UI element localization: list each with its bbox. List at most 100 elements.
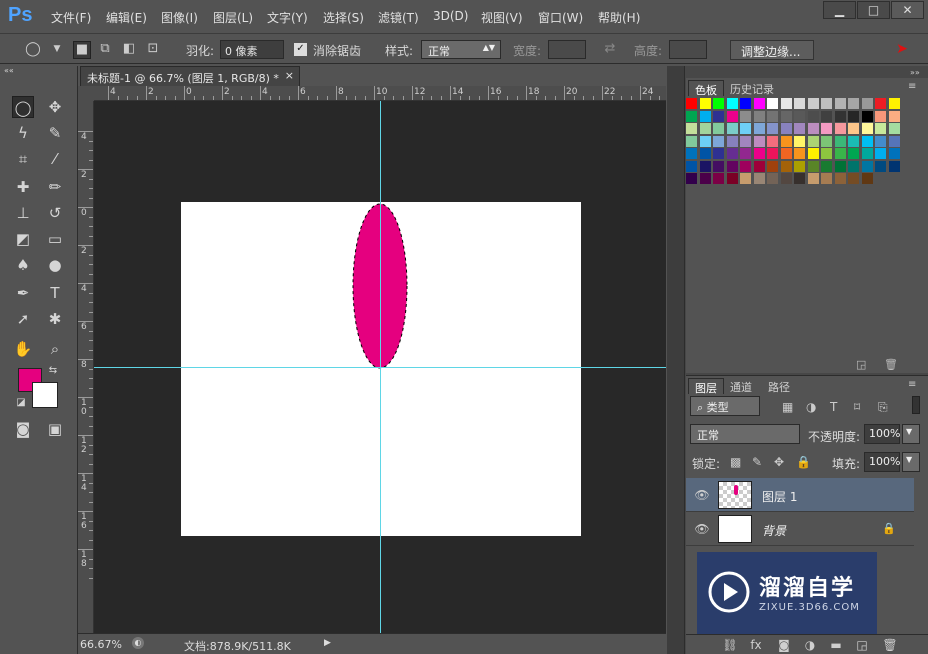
color-swatch[interactable] (726, 110, 738, 122)
lock-position-icon[interactable]: ✥ (774, 455, 784, 469)
color-swatch[interactable] (794, 110, 805, 122)
guide-horizontal[interactable] (94, 367, 666, 368)
color-swatch[interactable] (767, 173, 778, 184)
color-swatch[interactable] (740, 135, 751, 147)
fill-dropdown[interactable]: ▼ (902, 452, 920, 472)
color-swatch[interactable] (726, 148, 738, 159)
lasso-tool-icon[interactable]: ϟ (12, 122, 34, 144)
color-swatch[interactable] (713, 173, 724, 184)
new-layer-icon[interactable]: ◲ (854, 638, 870, 652)
color-swatch[interactable] (861, 123, 873, 134)
filter-toggle[interactable] (912, 396, 920, 414)
width-input[interactable] (548, 40, 586, 59)
color-swatch[interactable] (699, 135, 711, 147)
hand-tool-icon[interactable]: ✋ (12, 338, 34, 360)
eye-icon[interactable]: 👁 (694, 488, 710, 502)
color-swatch[interactable] (821, 160, 832, 172)
color-swatch[interactable] (699, 98, 711, 109)
color-swatch[interactable] (767, 160, 778, 172)
color-swatch[interactable] (699, 160, 711, 172)
color-swatch[interactable] (713, 123, 724, 134)
color-swatch[interactable] (767, 123, 778, 134)
color-swatch[interactable] (861, 135, 873, 147)
collapse-icon[interactable]: «« (4, 66, 74, 76)
color-swatch[interactable] (888, 148, 900, 159)
crop-tool-icon[interactable]: ⌗ (12, 148, 34, 170)
color-swatch[interactable] (875, 160, 886, 172)
color-swatch[interactable] (794, 135, 805, 147)
blend-mode-select[interactable]: 正常 (690, 424, 800, 444)
color-swatch[interactable] (848, 148, 859, 159)
color-swatch[interactable] (726, 160, 738, 172)
dodge-tool-icon[interactable]: ● (44, 254, 66, 276)
new-selection-icon[interactable]: ■ (73, 41, 91, 59)
color-swatch[interactable] (848, 123, 859, 134)
color-swatch[interactable] (699, 148, 711, 159)
filter-shape-icon[interactable]: ⌑ (854, 400, 860, 414)
color-swatch[interactable] (753, 160, 765, 172)
color-swatch[interactable] (807, 123, 819, 134)
layer-style-icon[interactable]: fx (748, 638, 764, 652)
color-swatch[interactable] (780, 173, 792, 184)
panel-menu-icon[interactable]: ≡ (908, 81, 916, 92)
antialias-checkbox[interactable]: ✓ (294, 43, 307, 56)
eyedropper-tool-icon[interactable]: ⁄ (44, 148, 66, 170)
menu-edit[interactable]: 编辑(E) (106, 9, 147, 26)
close-button[interactable]: ✕ (891, 1, 924, 19)
swap-icon[interactable]: ⇄ (601, 41, 619, 59)
color-swatch[interactable] (794, 160, 805, 172)
menu-filter[interactable]: 滤镜(T) (378, 9, 419, 26)
move-tool-icon[interactable]: ✥ (44, 96, 66, 118)
color-swatch[interactable] (753, 110, 765, 122)
color-swatch[interactable] (848, 98, 859, 109)
color-swatch[interactable] (753, 135, 765, 147)
color-swatch[interactable] (753, 123, 765, 134)
adjustment-layer-icon[interactable]: ◑ (802, 638, 818, 652)
layer-name[interactable]: 图层 1 (762, 488, 797, 505)
color-swatch[interactable] (740, 98, 751, 109)
layer-row-layer1[interactable]: 👁 图层 1 (686, 478, 914, 512)
color-swatch[interactable] (848, 135, 859, 147)
menu-3d[interactable]: 3D(D) (433, 9, 468, 23)
color-swatch[interactable] (740, 148, 751, 159)
filter-adjustment-icon[interactable]: ◑ (806, 400, 816, 414)
close-tab-icon[interactable]: × (285, 69, 294, 82)
default-colors-icon[interactable]: ◪ (14, 396, 28, 410)
add-mask-icon[interactable]: ◙ (776, 638, 792, 652)
layer-row-background[interactable]: 👁 背景 🔒 (686, 512, 914, 546)
tab-paths[interactable]: 路径 (762, 378, 796, 394)
color-swatch[interactable] (780, 123, 792, 134)
lock-transparent-icon[interactable]: ▩ (730, 455, 741, 469)
color-swatch[interactable] (875, 148, 886, 159)
color-swatch[interactable] (780, 135, 792, 147)
color-swatch[interactable] (713, 135, 724, 147)
color-swatch[interactable] (726, 123, 738, 134)
color-swatch[interactable] (740, 123, 751, 134)
blur-tool-icon[interactable]: ♠ (12, 254, 34, 276)
swap-colors-icon[interactable]: ⇆ (46, 364, 60, 378)
expand-panels-icon[interactable]: »» (910, 68, 920, 77)
delete-layer-icon[interactable]: 🗑 (882, 638, 898, 652)
color-swatch[interactable] (807, 135, 819, 147)
quick-select-tool-icon[interactable]: ✎ (44, 122, 66, 144)
chevron-down-icon[interactable]: ▼ (48, 41, 66, 59)
color-swatch[interactable] (767, 148, 778, 159)
color-swatch[interactable] (821, 135, 832, 147)
color-swatch[interactable] (821, 148, 832, 159)
color-swatch[interactable] (821, 110, 832, 122)
menu-view[interactable]: 视图(V) (481, 9, 523, 26)
menu-file[interactable]: 文件(F) (51, 9, 91, 26)
history-brush-icon[interactable]: ↺ (44, 202, 66, 224)
tab-swatches[interactable]: 色板 (688, 80, 724, 97)
color-swatch[interactable] (740, 110, 751, 122)
feather-input[interactable]: 0 像素 (220, 40, 284, 59)
filter-pixel-icon[interactable]: ▦ (782, 400, 793, 414)
color-swatch[interactable] (821, 98, 832, 109)
color-swatch[interactable] (794, 148, 805, 159)
new-group-icon[interactable]: ▬ (828, 638, 844, 652)
menu-select[interactable]: 选择(S) (323, 9, 364, 26)
status-menu-arrow-icon[interactable]: ▶ (324, 638, 331, 648)
lock-all-icon[interactable]: 🔒 (796, 455, 811, 469)
color-swatch[interactable] (861, 148, 873, 159)
color-swatch[interactable] (861, 98, 873, 109)
